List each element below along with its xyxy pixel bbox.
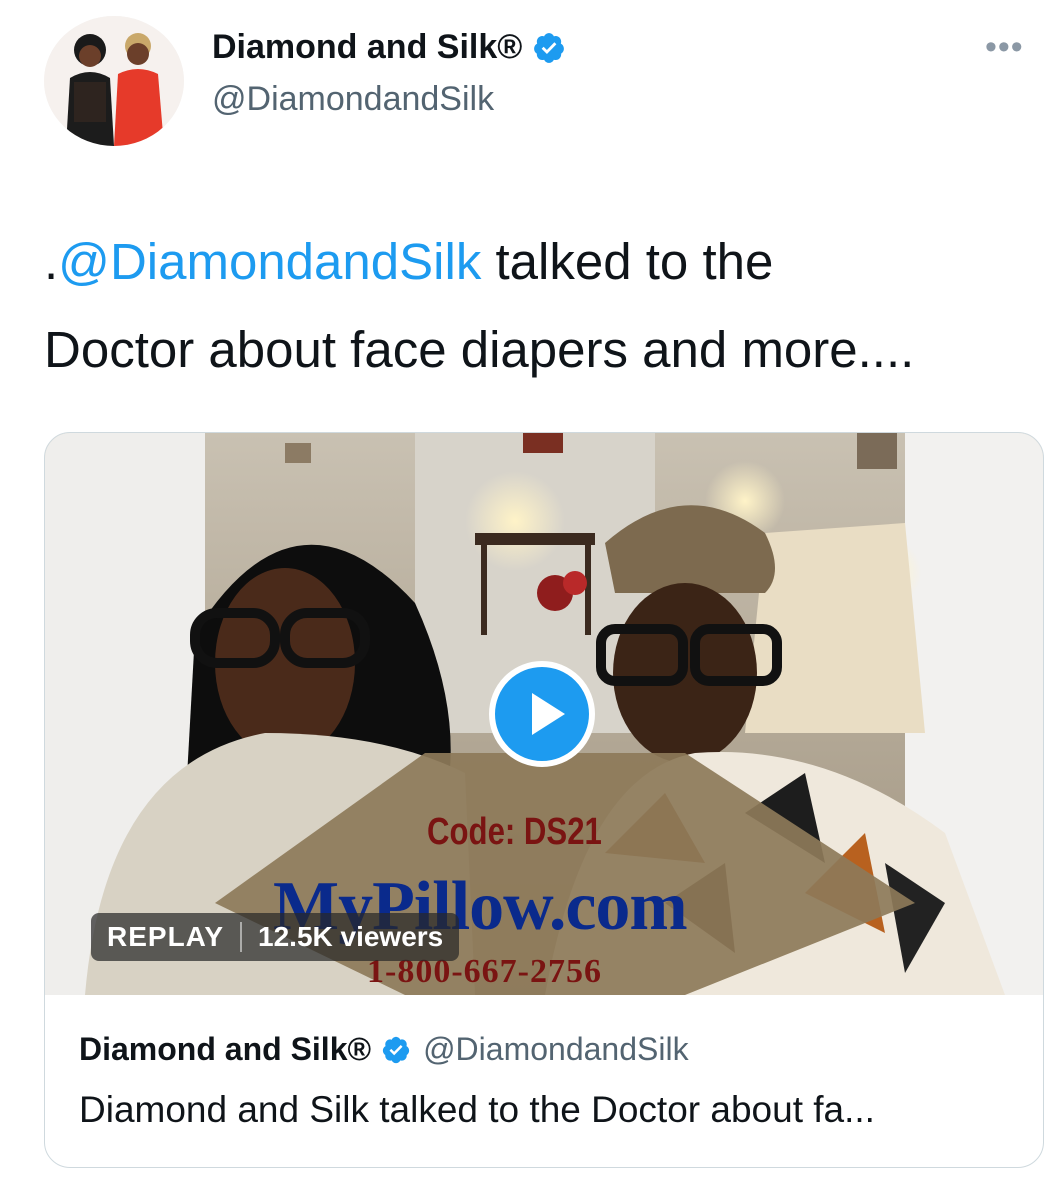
video-player[interactable]: Code: DS21 MyPillow.com 1-800-667-2756 R… [45,433,1043,995]
replay-label: REPLAY [107,921,225,952]
tweet-prefix: . [44,233,59,290]
card-author-name[interactable]: Diamond and Silk® [79,1031,371,1068]
card-author-row[interactable]: Diamond and Silk® @DiamondandSilk [79,1031,689,1068]
replay-badge: REPLAY 12.5K viewers [91,913,460,961]
verified-badge-icon [382,1036,410,1063]
tweet-line-2: Doctor about face diapers and more.... [44,321,915,378]
avatar-image [44,16,184,146]
author-handle[interactable]: @DiamondandSilk [212,80,494,119]
viewer-count: 12.5K viewers [258,921,444,952]
mention-link[interactable]: @DiamondandSilk [58,233,481,290]
more-options-icon[interactable]: ••• [985,28,1024,67]
promo-code-text: Code: DS21 [427,811,602,853]
author-name[interactable]: Diamond and Silk® [212,28,522,67]
card-author-handle[interactable]: @DiamondandSilk [423,1031,689,1068]
badge-divider [240,922,243,952]
play-button[interactable] [489,661,595,767]
tweet-text: .@DiamondandSilk talked to the Doctor ab… [44,218,1024,394]
card-description: Diamond and Silk talked to the Doctor ab… [79,1089,875,1130]
play-icon [532,693,565,735]
author-name-row[interactable]: Diamond and Silk® [212,28,566,67]
author-avatar[interactable] [44,16,184,146]
verified-badge-icon [534,32,565,63]
tweet-line-1: .@DiamondandSilk talked to the [44,218,1024,306]
tweet-text-segment: talked to the [481,233,774,290]
media-card[interactable]: Code: DS21 MyPillow.com 1-800-667-2756 R… [44,432,1044,1168]
